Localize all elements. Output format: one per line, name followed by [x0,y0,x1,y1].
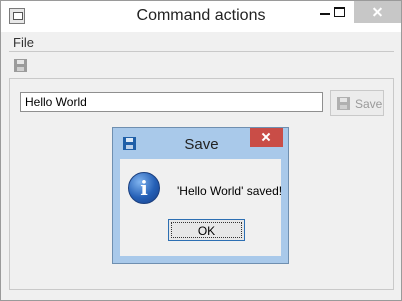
dialog-message: 'Hello World' saved! [177,184,283,198]
maximize-button[interactable] [326,1,352,23]
toolbar [9,54,394,78]
menu-file[interactable]: File [13,35,34,50]
ok-button[interactable]: OK [168,219,245,241]
save-button-label: Save [355,97,383,111]
dialog-close-button[interactable] [250,128,283,147]
menu-bar: File [9,33,394,52]
close-button[interactable] [354,1,401,23]
floppy-disk-icon[interactable] [14,59,27,72]
dialog-body: i 'Hello World' saved! OK [120,159,283,256]
save-button[interactable]: Save [330,90,384,116]
information-icon: i [128,172,160,204]
ok-button-label: OK [197,224,216,238]
floppy-disk-icon [337,97,350,110]
title-bar[interactable]: Command actions [1,1,401,32]
save-dialog: Save i 'Hello World' saved! OK [112,127,289,264]
text-input[interactable] [20,92,323,112]
